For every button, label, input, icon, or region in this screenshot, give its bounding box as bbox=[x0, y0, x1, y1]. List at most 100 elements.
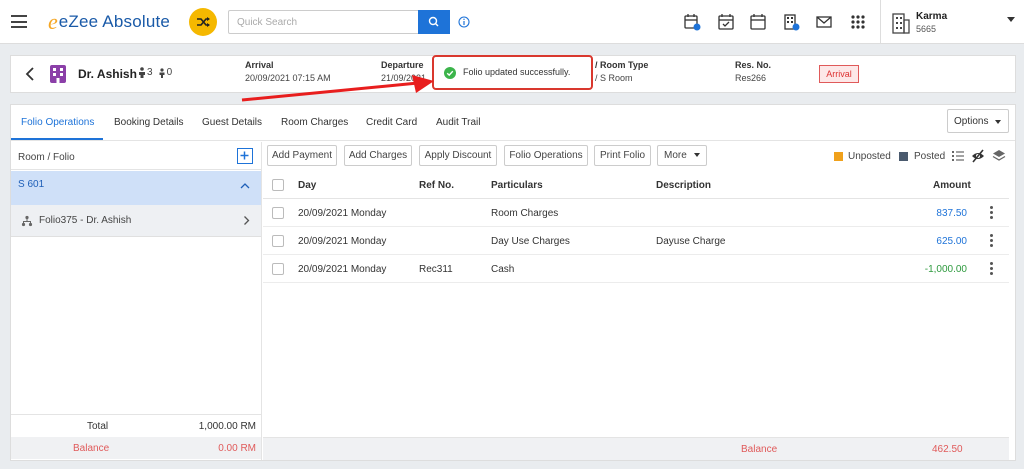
row-day: 20/09/2021 Monday bbox=[298, 264, 387, 275]
brand-name: eZee Absolute bbox=[58, 12, 171, 31]
success-check-icon bbox=[444, 67, 456, 79]
tab-room-charges[interactable]: Room Charges bbox=[281, 117, 348, 128]
chevron-up-icon bbox=[240, 183, 250, 189]
left-balance-row: Balance 0.00 RM bbox=[11, 437, 261, 459]
departure-label: Departure bbox=[381, 60, 424, 70]
search-button[interactable] bbox=[418, 10, 450, 34]
table-row[interactable]: 20/09/2021 Monday Day Use Charges Dayuse… bbox=[263, 227, 1009, 255]
room-folio-header: Room / Folio bbox=[11, 142, 261, 170]
shuffle-button[interactable] bbox=[189, 8, 217, 36]
reservation-building-icon[interactable] bbox=[781, 12, 801, 32]
layers-icon[interactable] bbox=[992, 149, 1006, 163]
tab-guest-details[interactable]: Guest Details bbox=[202, 117, 262, 128]
active-tab-indicator bbox=[11, 138, 103, 140]
row-menu-icon[interactable] bbox=[990, 206, 994, 220]
table-row[interactable]: 20/09/2021 Monday Rec311 Cash -1,000.00 bbox=[263, 255, 1009, 283]
col-day: Day bbox=[298, 180, 317, 191]
room-type-label: / Room Type bbox=[595, 60, 649, 70]
folio-name: Folio375 - Dr. Ashish bbox=[39, 215, 132, 226]
hotel-building-icon bbox=[892, 13, 910, 34]
toast-message: Folio updated successfully. bbox=[463, 67, 571, 77]
apply-discount-button[interactable]: Apply Discount bbox=[419, 145, 497, 166]
add-folio-button[interactable] bbox=[237, 148, 253, 164]
divider bbox=[880, 0, 881, 44]
success-toast: Folio updated successfully. bbox=[432, 55, 593, 90]
row-checkbox[interactable] bbox=[272, 207, 284, 219]
back-arrow-icon[interactable] bbox=[24, 66, 36, 82]
child-icon bbox=[159, 67, 165, 78]
tab-audit-trail[interactable]: Audit Trail bbox=[436, 117, 480, 128]
row-ref: Rec311 bbox=[419, 264, 453, 275]
row-menu-icon[interactable] bbox=[990, 234, 994, 248]
tab-booking-details[interactable]: Booking Details bbox=[114, 117, 183, 128]
folio-item[interactable]: Folio375 - Dr. Ashish bbox=[11, 205, 261, 237]
folio-panel: Folio Operations Booking Details Guest D… bbox=[10, 104, 1016, 461]
status-badge: Arrival bbox=[819, 65, 859, 83]
unposted-label: Unposted bbox=[848, 151, 891, 162]
row-particulars: Room Charges bbox=[491, 208, 559, 219]
adult-icon bbox=[139, 67, 145, 78]
room-item[interactable]: S 601 bbox=[11, 171, 261, 205]
hide-eye-icon[interactable] bbox=[971, 149, 985, 163]
select-all-checkbox[interactable] bbox=[272, 179, 284, 191]
chevron-down-icon bbox=[694, 153, 700, 157]
col-amount: Amount bbox=[933, 180, 971, 191]
table-row[interactable]: 20/09/2021 Monday Room Charges 837.50 bbox=[263, 199, 1009, 227]
hotel-selector[interactable]: Karma 5665 bbox=[889, 8, 1019, 38]
balance-value: 0.00 RM bbox=[218, 443, 256, 454]
col-ref-no: Ref No. bbox=[419, 180, 454, 191]
room-type-value: / S Room bbox=[595, 73, 633, 83]
res-no-label: Res. No. bbox=[735, 60, 772, 70]
col-particulars: Particulars bbox=[491, 180, 543, 191]
options-dropdown[interactable]: Options bbox=[947, 109, 1009, 133]
res-no-value: Res266 bbox=[735, 73, 767, 83]
child-count: 0 bbox=[166, 67, 173, 78]
guest-name: Dr. Ashish bbox=[78, 67, 137, 81]
balance-label: Balance bbox=[741, 444, 778, 455]
apps-grid-icon[interactable] bbox=[848, 12, 868, 32]
calendar-icon[interactable] bbox=[748, 12, 768, 32]
chevron-right-icon bbox=[244, 216, 250, 225]
total-label: Total bbox=[87, 421, 109, 432]
info-icon[interactable] bbox=[458, 16, 470, 28]
chevron-down-icon bbox=[1007, 17, 1015, 22]
row-description: Dayuse Charge bbox=[656, 236, 726, 247]
balance-label: Balance bbox=[73, 443, 110, 454]
posted-swatch bbox=[899, 152, 908, 161]
row-checkbox[interactable] bbox=[272, 235, 284, 247]
row-day: 20/09/2021 Monday bbox=[298, 208, 387, 219]
logo[interactable]: e eZee Absolute bbox=[48, 9, 171, 34]
more-label: More bbox=[664, 150, 687, 161]
more-dropdown[interactable]: More bbox=[657, 145, 707, 166]
calendar-check-icon[interactable] bbox=[716, 12, 736, 32]
total-row: Total 1,000.00 RM bbox=[11, 414, 261, 437]
row-checkbox[interactable] bbox=[272, 263, 284, 275]
hamburger-menu-icon[interactable] bbox=[11, 15, 27, 28]
guest-room-icon bbox=[50, 65, 66, 83]
hotel-name: Karma bbox=[916, 11, 948, 22]
mail-icon[interactable] bbox=[814, 12, 834, 32]
folio-operations-button[interactable]: Folio Operations bbox=[504, 145, 588, 166]
balance-value: 462.50 bbox=[932, 444, 963, 455]
search-input[interactable] bbox=[228, 10, 420, 34]
logo-mark: e bbox=[48, 9, 58, 34]
hotel-code: 5665 bbox=[916, 24, 937, 34]
row-amount: 837.50 bbox=[936, 208, 967, 219]
room-folio-panel: Room / Folio S 601 Folio375 - Dr. Ashish bbox=[11, 142, 262, 460]
calendar-add-icon[interactable] bbox=[682, 12, 702, 32]
row-menu-icon[interactable] bbox=[990, 262, 994, 276]
tab-bar: Folio Operations Booking Details Guest D… bbox=[11, 105, 1015, 141]
tab-credit-card[interactable]: Credit Card bbox=[366, 117, 417, 128]
add-charges-button[interactable]: Add Charges bbox=[344, 145, 412, 166]
departure-value: 21/09/2021 bbox=[381, 73, 427, 83]
adult-count: 3 bbox=[147, 67, 153, 78]
total-value: 1,000.00 RM bbox=[198, 421, 256, 432]
search-icon bbox=[428, 16, 439, 27]
list-view-icon[interactable] bbox=[951, 149, 965, 163]
row-amount: 625.00 bbox=[936, 236, 967, 247]
room-number: S 601 bbox=[18, 179, 45, 190]
tab-folio-operations[interactable]: Folio Operations bbox=[21, 117, 94, 128]
add-payment-button[interactable]: Add Payment bbox=[267, 145, 337, 166]
row-day: 20/09/2021 Monday bbox=[298, 236, 387, 247]
print-folio-button[interactable]: Print Folio bbox=[594, 145, 651, 166]
